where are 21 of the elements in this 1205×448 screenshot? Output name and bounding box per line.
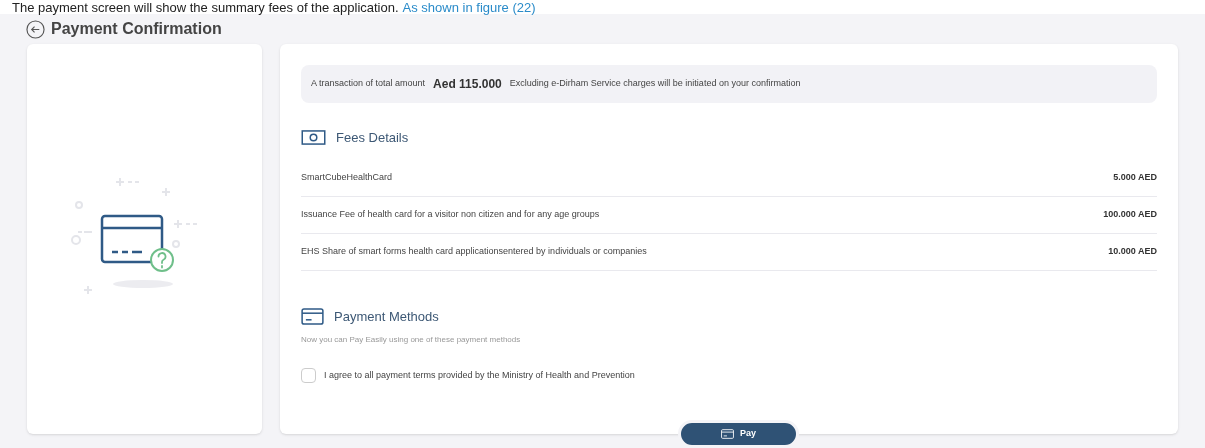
fee-amount: 100.000 AED bbox=[1103, 207, 1157, 221]
figure-link[interactable]: As shown in figure (22) bbox=[402, 1, 536, 14]
section-title: Payment Methods bbox=[334, 307, 439, 326]
pay-button[interactable]: Pay bbox=[678, 420, 799, 448]
banknote-icon bbox=[301, 130, 326, 146]
notice-text: A transaction of total amount bbox=[311, 77, 426, 91]
section-title: Fees Details bbox=[336, 129, 409, 147]
fee-label: EHS Share of smart forms health card applicationsentered by individuals or companies bbox=[301, 244, 647, 258]
credit-card-icon bbox=[301, 307, 324, 325]
fee-amount: 5.000 AED bbox=[1113, 170, 1157, 184]
fee-label: SmartCubeHealthCard bbox=[301, 170, 393, 184]
caption-text: The payment screen will show the summary fees of the application. bbox=[12, 1, 399, 14]
section-subtitle: Now you can Pay Easily using one of these payment methods bbox=[301, 334, 522, 346]
agree-checkbox[interactable] bbox=[301, 368, 316, 383]
credit-card-icon bbox=[721, 429, 734, 439]
agreement-label: I agree to all payment terms provided by the Ministry of Health and Prevention bbox=[324, 368, 635, 382]
fee-label: Issuance Fee of health card for a visitor non citizen and for any age groups bbox=[301, 207, 600, 221]
notice-text: Excluding e-Dirham Service charges will be initiated on your confirmation bbox=[509, 77, 801, 91]
fee-amount: 10.000 AED bbox=[1108, 244, 1157, 258]
page-title: Payment Confirmation bbox=[51, 19, 222, 39]
total-amount: Aed 115.000 bbox=[433, 76, 502, 93]
